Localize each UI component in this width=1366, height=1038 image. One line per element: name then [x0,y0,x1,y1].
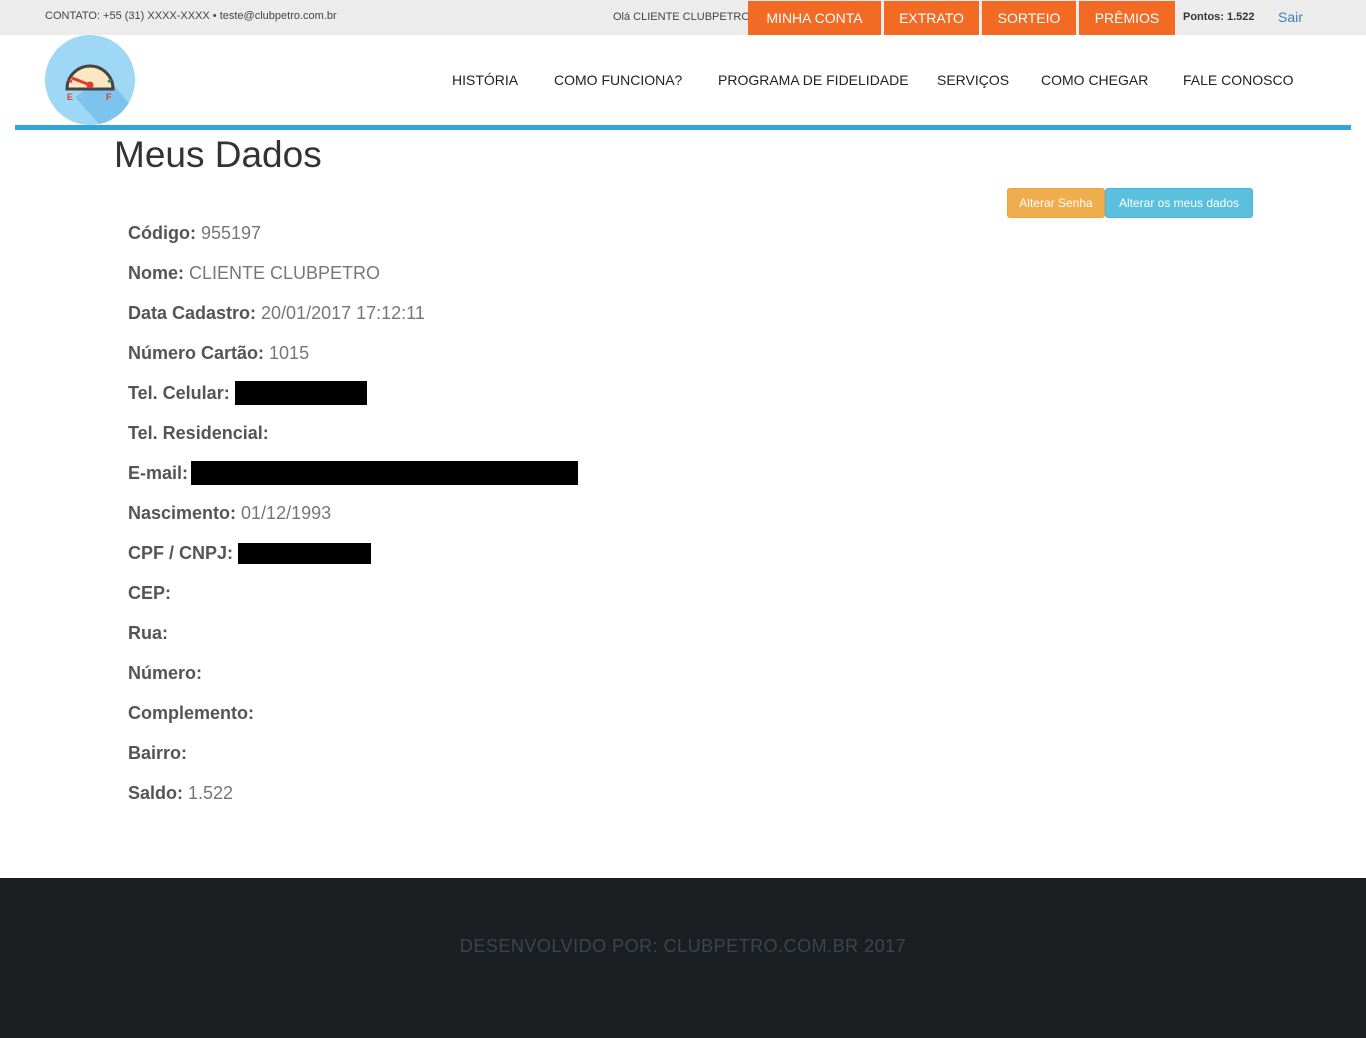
field-label: Rua: [128,622,168,643]
field-value: 20/01/2017 17:12:11 [261,302,425,323]
field-value: CLIENTE CLUBPETRO [189,262,381,283]
field-label: Complemento: [128,702,254,723]
field-label: Data Cadastro: [128,302,257,323]
field-label: CPF / CNPJ: [128,542,234,563]
field-label: Nome: [128,262,185,283]
field-value: 1015 [269,342,310,363]
field-label: CEP: [128,582,172,603]
field-cpf-cnpj: CPF / CNPJ: [128,541,372,565]
page-title: Meus Dados [114,134,322,175]
prizes-button[interactable]: PRÊMIOS [1079,1,1175,35]
field-home-phone: Tel. Residencial: [128,421,274,445]
change-password-button[interactable]: Alterar Senha [1007,188,1105,218]
points-balance: Pontos: 1.522 [1183,11,1255,23]
nav-directions[interactable]: COMO CHEGAR [1041,72,1148,88]
field-value: 01/12/1993 [241,502,332,523]
field-label: Bairro: [128,742,188,763]
footer: DESENVOLVIDO POR: CLUBPETRO.COM.BR 2017 [0,878,1366,1038]
field-birth-date: Nascimento: 01/12/1993 [128,501,331,525]
field-label: Número Cartão: [128,342,265,363]
site-logo[interactable]: E F [45,35,135,125]
field-label: Nascimento: [128,502,237,523]
statement-button[interactable]: EXTRATO [884,1,979,35]
field-balance: Saldo: 1.522 [128,781,233,805]
raffle-button[interactable]: SORTEIO [982,1,1076,35]
footer-credit: DESENVOLVIDO POR: CLUBPETRO.COM.BR 2017 [459,936,907,956]
field-label: Código: [128,222,196,243]
my-account-button[interactable]: MINHA CONTA [748,1,881,35]
field-code: Código: 955197 [128,221,261,245]
redacted-value [238,542,372,564]
field-zip: CEP: [128,581,176,605]
contact-info: CONTATO: +55 (31) XXXX-XXXX • teste@club… [45,10,337,22]
gauge-empty-label: E [67,92,73,102]
field-label: E-mail: [128,462,189,483]
redacted-value [191,461,579,485]
nav-services[interactable]: SERVIÇOS [937,72,1009,88]
field-district: Bairro: [128,741,192,765]
field-email: E-mail: [128,461,579,485]
field-complement: Complemento: [128,701,259,725]
top-bar: CONTATO: +55 (31) XXXX-XXXX • teste@club… [0,0,1366,35]
header-divider [15,125,1351,130]
field-mobile-phone: Tel. Celular: [128,381,367,405]
nav-history[interactable]: HISTÓRIA [452,72,518,88]
field-label: Número: [128,662,203,683]
field-registration-date: Data Cadastro: 20/01/2017 17:12:11 [128,301,425,325]
redacted-value [234,381,367,405]
field-street: Rua: [128,621,173,645]
field-number: Número: [128,661,207,685]
gauge-full-label: F [106,92,112,102]
field-label: Tel. Celular: [128,382,230,403]
field-name: Nome: CLIENTE CLUBPETRO [128,261,380,285]
nav-how-it-works[interactable]: COMO FUNCIONA? [554,72,682,88]
field-card-number: Número Cartão: 1015 [128,341,309,365]
change-data-button[interactable]: Alterar os meus dados [1105,188,1253,218]
field-label: Saldo: [128,782,184,803]
field-value: 955197 [200,222,262,243]
nav-loyalty-program[interactable]: PROGRAMA DE FIDELIDADE [718,72,909,88]
logout-link[interactable]: Sair [1278,9,1303,25]
user-greeting: Olá CLIENTE CLUBPETRO [613,11,750,23]
fuel-gauge-icon: E F [65,64,135,125]
field-label: Tel. Residencial: [128,422,269,443]
field-value: 1.522 [188,782,234,803]
nav-contact[interactable]: FALE CONOSCO [1183,72,1293,88]
